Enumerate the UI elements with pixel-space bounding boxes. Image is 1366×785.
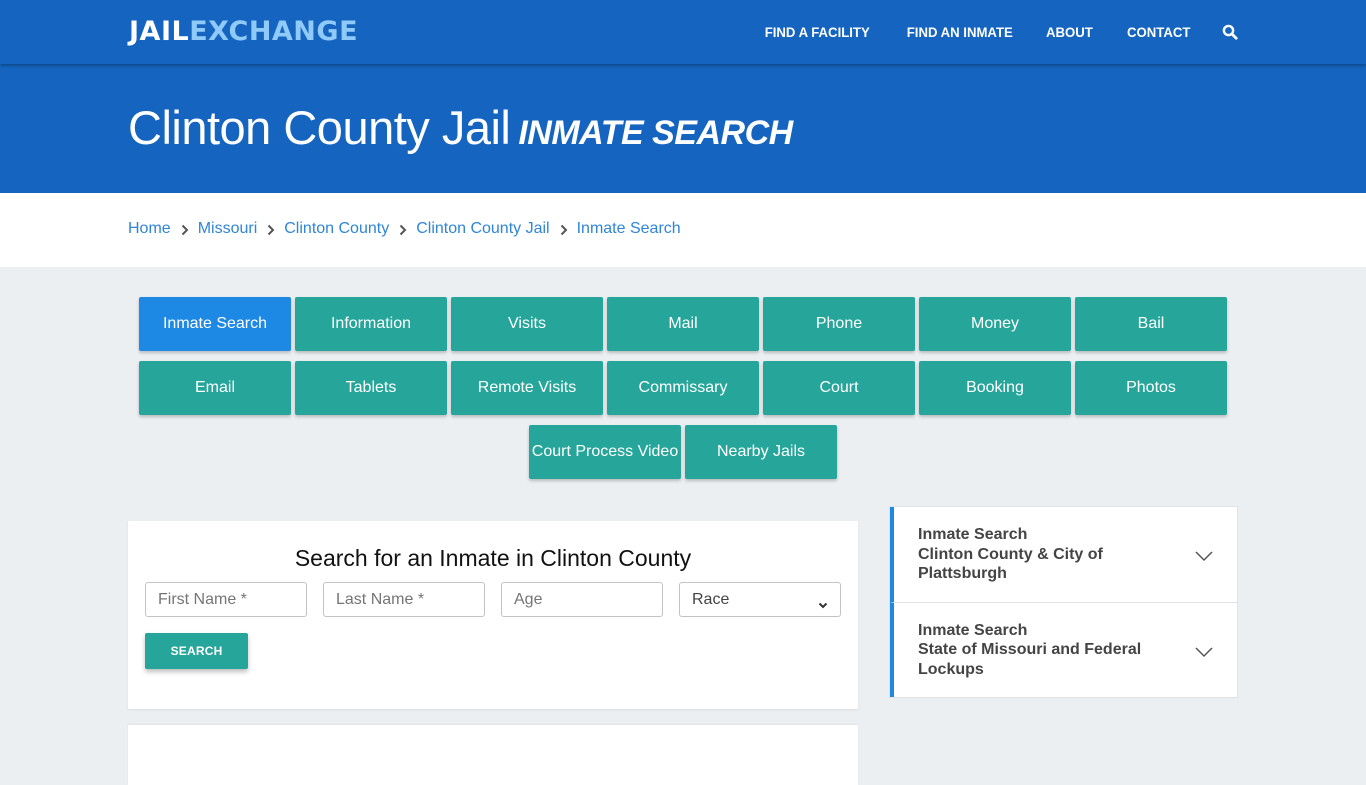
- search-icon[interactable]: [1222, 24, 1238, 40]
- breadcrumb-clinton-county-jail[interactable]: Clinton County Jail: [416, 220, 549, 238]
- accordion-item-state-federal[interactable]: Inmate Search State of Missouri and Fede…: [890, 601, 1237, 697]
- nav-contact[interactable]: CONTACT: [1127, 24, 1190, 40]
- section-button-mail[interactable]: Mail: [607, 297, 759, 351]
- nav-find-an-inmate[interactable]: FIND AN INMATE: [907, 24, 1013, 40]
- last-name-field[interactable]: [323, 582, 485, 617]
- breadcrumb-home[interactable]: Home: [128, 220, 171, 238]
- breadcrumb: Home Missouri Clinton County Clinton Cou…: [128, 220, 681, 238]
- age-input[interactable]: [514, 590, 650, 609]
- accordion-item-clinton-county[interactable]: Inmate Search Clinton County & City of P…: [890, 507, 1237, 602]
- section-button-inmate-search[interactable]: Inmate Search: [139, 297, 291, 351]
- race-select[interactable]: Race: [679, 582, 841, 617]
- page-title-main: Clinton County Jail: [128, 101, 511, 154]
- accordion-title: Inmate Search: [918, 526, 1028, 543]
- section-button-nearby-jails[interactable]: Nearby Jails: [685, 425, 837, 479]
- section-button-booking[interactable]: Booking: [919, 361, 1071, 415]
- sidebar-accordion: Inmate Search Clinton County & City of P…: [889, 506, 1238, 698]
- hero-banner: Clinton County Jail INMATE SEARCH: [0, 64, 1366, 193]
- section-button-money[interactable]: Money: [919, 297, 1071, 351]
- section-button-visits[interactable]: Visits: [451, 297, 603, 351]
- content-card: [128, 725, 858, 785]
- chevron-right-icon: [267, 223, 275, 236]
- chevron-right-icon: [399, 223, 407, 236]
- accordion-subtitle: Clinton County & City of Plattsburgh: [918, 545, 1103, 583]
- section-button-commissary[interactable]: Commissary: [607, 361, 759, 415]
- age-field[interactable]: [501, 582, 663, 617]
- accordion-subtitle: State of Missouri and Federal Lockups: [918, 641, 1142, 678]
- breadcrumb-bar: Home Missouri Clinton County Clinton Cou…: [0, 193, 1366, 267]
- chevron-right-icon: [181, 223, 189, 236]
- chevron-down-icon[interactable]: [1195, 548, 1213, 562]
- section-button-court-process-video[interactable]: Court Process Video: [529, 425, 681, 479]
- first-name-input[interactable]: [158, 590, 294, 609]
- site-logo[interactable]: JAILEXCHANGE: [129, 15, 358, 49]
- breadcrumb-missouri[interactable]: Missouri: [198, 220, 258, 238]
- nav-about[interactable]: ABOUT: [1046, 24, 1093, 40]
- page-title-subtitle: INMATE SEARCH: [518, 114, 793, 152]
- section-button-information[interactable]: Information: [295, 297, 447, 351]
- section-button-phone[interactable]: Phone: [763, 297, 915, 351]
- nav-find-a-facility[interactable]: FIND A FACILITY: [765, 24, 870, 40]
- breadcrumb-inmate-search[interactable]: Inmate Search: [577, 220, 681, 238]
- chevron-down-icon: [818, 596, 828, 609]
- section-button-tablets[interactable]: Tablets: [295, 361, 447, 415]
- section-button-remote-visits[interactable]: Remote Visits: [451, 361, 603, 415]
- search-button[interactable]: SEARCH: [145, 633, 248, 669]
- inmate-search-card: Search for an Inmate in Clinton County R…: [128, 521, 858, 709]
- breadcrumb-clinton-county[interactable]: Clinton County: [284, 220, 389, 238]
- last-name-input[interactable]: [336, 590, 472, 609]
- race-select-value: Race: [692, 590, 730, 608]
- accordion-title: Inmate Search: [918, 621, 1028, 639]
- section-button-bail[interactable]: Bail: [1075, 297, 1227, 351]
- top-navbar: JAILEXCHANGE FIND A FACILITY FIND AN INM…: [0, 0, 1366, 64]
- chevron-down-icon[interactable]: [1195, 644, 1213, 657]
- logo-exchange: EXCHANGE: [189, 16, 359, 47]
- section-button-photos[interactable]: Photos: [1075, 361, 1227, 415]
- first-name-field[interactable]: [145, 582, 307, 617]
- page-title: Clinton County Jail INMATE SEARCH: [128, 100, 793, 155]
- search-heading: Search for an Inmate in Clinton County: [294, 545, 692, 571]
- section-button-email[interactable]: Email: [139, 361, 291, 415]
- main-nav: FIND A FACILITY FIND AN INMATE ABOUT CON…: [728, 0, 1238, 64]
- chevron-right-icon: [560, 223, 568, 236]
- logo-jail: JAIL: [129, 16, 190, 47]
- section-button-court[interactable]: Court: [763, 361, 915, 415]
